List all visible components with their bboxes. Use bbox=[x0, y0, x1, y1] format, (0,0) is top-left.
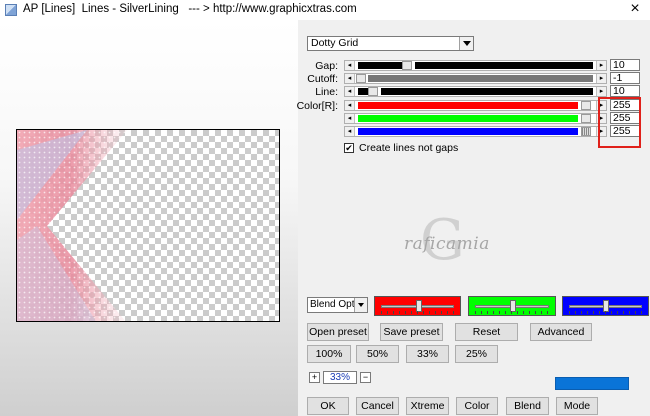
cutoff-value[interactable]: -1 bbox=[610, 72, 640, 84]
arrow-left-icon[interactable]: ◂ bbox=[345, 74, 355, 83]
red-blend-ticks bbox=[381, 311, 454, 314]
arrow-left-icon[interactable]: ◂ bbox=[345, 101, 355, 110]
arrow-left-icon[interactable]: ◂ bbox=[345, 114, 355, 123]
effect-select[interactable]: Dotty Grid bbox=[307, 36, 474, 51]
advanced-button[interactable]: Advanced bbox=[530, 323, 592, 341]
watermark-logo: G raficamia bbox=[390, 208, 540, 278]
chevron-down-icon[interactable] bbox=[459, 37, 473, 50]
arrow-left-icon[interactable]: ◂ bbox=[345, 61, 355, 70]
app-icon bbox=[5, 4, 17, 16]
arrow-right-icon[interactable]: ▸ bbox=[596, 87, 606, 96]
cutoff-label: Cutoff: bbox=[307, 73, 338, 85]
reset-button[interactable]: Reset bbox=[455, 323, 518, 341]
watermark-text: raficamia bbox=[404, 234, 490, 254]
open-preset-button[interactable]: Open preset bbox=[307, 323, 369, 341]
arrow-left-icon[interactable]: ◂ bbox=[345, 127, 355, 136]
cancel-button[interactable]: Cancel bbox=[356, 397, 399, 415]
red-slider[interactable]: ◂ ▸ bbox=[344, 100, 607, 111]
zoom-50-button[interactable]: 50% bbox=[356, 345, 399, 363]
line-slider-thumb[interactable] bbox=[368, 87, 378, 96]
line-slider-fill bbox=[358, 88, 368, 95]
window-title: AP [Lines] Lines - SilverLining --- > ht… bbox=[23, 3, 357, 15]
zoom-out-button[interactable]: − bbox=[360, 372, 371, 383]
gap-slider-track bbox=[415, 62, 593, 69]
zoom-33-button[interactable]: 33% bbox=[406, 345, 449, 363]
blue-blend-slider[interactable] bbox=[562, 296, 649, 316]
line-value[interactable]: 10 bbox=[610, 85, 640, 97]
highlight-box bbox=[598, 97, 641, 148]
green-blend-ticks bbox=[475, 311, 549, 314]
green-slider-thumb[interactable] bbox=[581, 114, 591, 123]
arrow-left-icon[interactable]: ◂ bbox=[345, 87, 355, 96]
zoom-25-button[interactable]: 25% bbox=[455, 345, 498, 363]
line-slider[interactable]: ◂ ▸ bbox=[344, 86, 607, 97]
gap-slider[interactable]: ◂ ▸ bbox=[344, 60, 607, 71]
preview-image bbox=[17, 130, 127, 321]
mode-button[interactable]: Mode bbox=[556, 397, 598, 415]
arrow-right-icon[interactable]: ▸ bbox=[596, 61, 606, 70]
blend-options-select[interactable]: Blend Options bbox=[307, 297, 368, 313]
ok-button[interactable]: OK bbox=[307, 397, 349, 415]
blend-button[interactable]: Blend bbox=[506, 397, 549, 415]
gap-value[interactable]: 10 bbox=[610, 59, 640, 71]
blue-slider[interactable]: ◂ ▸ bbox=[344, 126, 607, 137]
blue-slider-thumb[interactable] bbox=[581, 127, 591, 136]
create-lines-checkbox[interactable]: ✔ bbox=[344, 143, 354, 153]
green-blend-slider[interactable] bbox=[468, 296, 556, 316]
gap-label: Gap: bbox=[315, 60, 338, 72]
gap-slider-thumb[interactable] bbox=[402, 61, 412, 70]
line-label: Line: bbox=[315, 86, 338, 98]
gap-slider-fill bbox=[358, 62, 402, 69]
progress-bar bbox=[555, 377, 629, 390]
cutoff-slider-thumb[interactable] bbox=[356, 74, 366, 83]
line-slider-track bbox=[381, 88, 593, 95]
zoom-level-field[interactable]: 33% bbox=[323, 371, 357, 384]
green-slider[interactable]: ◂ ▸ bbox=[344, 113, 607, 124]
blend-options-value: Blend Options bbox=[310, 299, 354, 310]
red-slider-fill bbox=[358, 102, 578, 109]
zoom-in-button[interactable]: + bbox=[309, 372, 320, 383]
red-blend-slider[interactable] bbox=[374, 296, 461, 316]
chevron-down-icon[interactable] bbox=[354, 298, 367, 312]
xtreme-button[interactable]: Xtreme bbox=[406, 397, 449, 415]
cutoff-slider-track bbox=[368, 75, 593, 82]
preview-canvas[interactable] bbox=[16, 129, 280, 322]
create-lines-label: Create lines not gaps bbox=[359, 142, 459, 154]
arrow-right-icon[interactable]: ▸ bbox=[596, 74, 606, 83]
zoom-100-button[interactable]: 100% bbox=[307, 345, 351, 363]
red-slider-thumb[interactable] bbox=[581, 101, 591, 110]
green-slider-fill bbox=[358, 115, 578, 122]
color-button[interactable]: Color bbox=[456, 397, 498, 415]
blue-blend-ticks bbox=[569, 311, 642, 314]
close-icon[interactable]: × bbox=[624, 0, 646, 18]
effect-select-value: Dotty Grid bbox=[311, 37, 359, 49]
cutoff-slider[interactable]: ◂ ▸ bbox=[344, 73, 607, 84]
save-preset-button[interactable]: Save preset bbox=[380, 323, 443, 341]
color-label: Color[R]: bbox=[296, 100, 338, 112]
blue-slider-fill bbox=[358, 128, 578, 135]
